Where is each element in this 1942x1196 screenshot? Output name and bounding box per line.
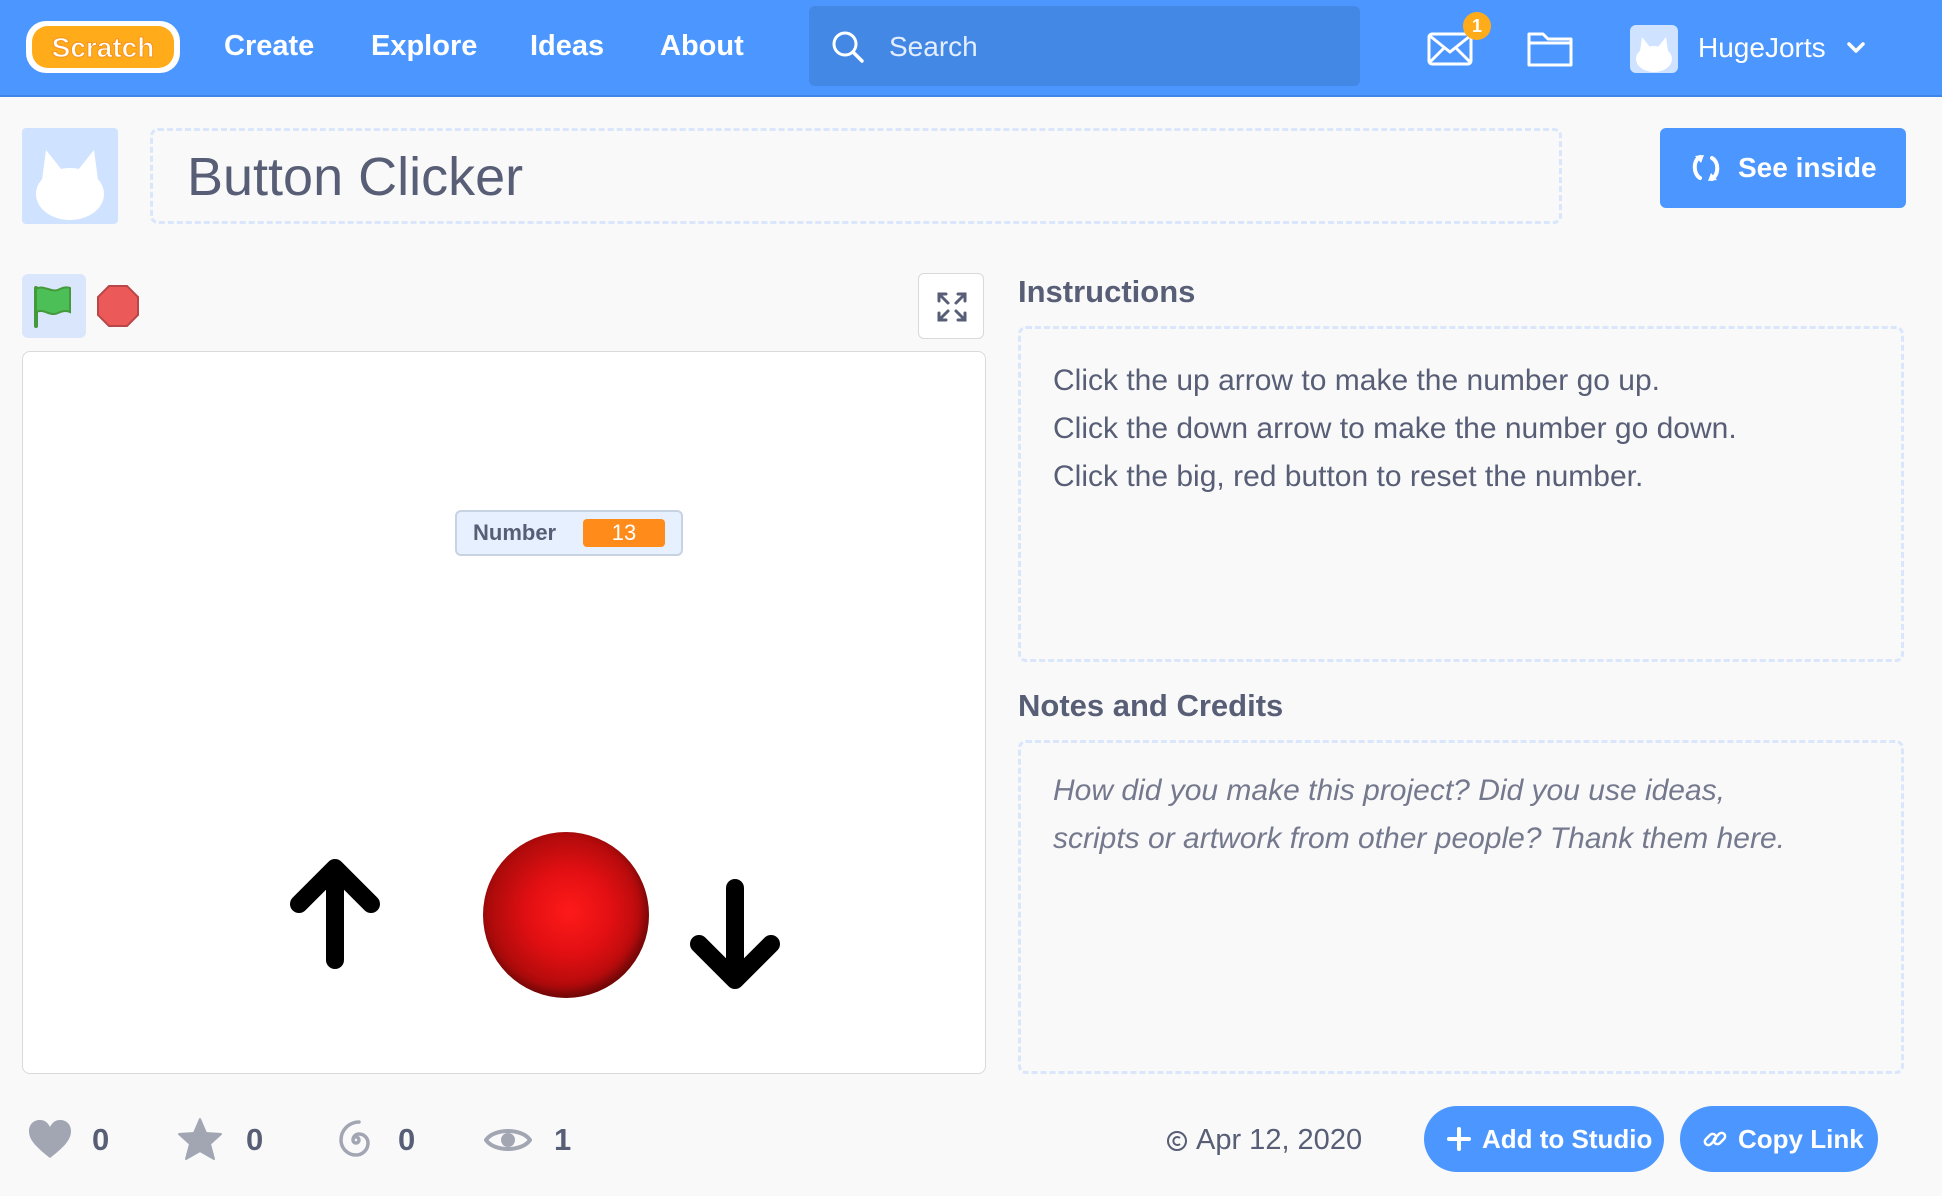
fullscreen-icon (937, 292, 967, 322)
star-icon[interactable] (176, 1116, 224, 1164)
up-arrow-sprite[interactable] (285, 852, 385, 972)
instructions-line: Click the big, red button to reset the n… (1053, 460, 1644, 493)
view-count: 1 (554, 1122, 572, 1157)
search-box (809, 6, 1360, 86)
instructions-line: Click the down arrow to make the number … (1053, 412, 1737, 445)
green-flag-icon (34, 286, 71, 328)
add-to-studio-label: Add to Studio (1482, 1124, 1653, 1154)
fullscreen-button[interactable] (918, 273, 984, 339)
heart-icon[interactable] (26, 1116, 74, 1164)
eye-icon (484, 1129, 532, 1151)
favorite-count: 0 (246, 1122, 264, 1157)
instructions-line: Click the up arrow to make the number go… (1053, 364, 1660, 397)
variable-name: Number (473, 520, 557, 545)
see-inside-label: See inside (1738, 152, 1877, 183)
user-avatar[interactable] (1630, 25, 1678, 73)
notes-placeholder-line: How did you make this project? Did you u… (1053, 774, 1726, 807)
down-arrow-sprite[interactable] (685, 876, 785, 996)
search-icon (832, 31, 864, 63)
message-count-badge: 1 (1463, 12, 1491, 40)
project-title-field[interactable]: Button Clicker (150, 128, 1562, 224)
spiral-icon (339, 1120, 370, 1157)
project-stage[interactable]: Number 13 (22, 351, 986, 1074)
love-count: 0 (92, 1122, 110, 1157)
green-flag-button[interactable] (22, 274, 86, 338)
nav-create[interactable]: Create (224, 26, 314, 66)
add-to-studio-button[interactable]: Add to Studio (1424, 1106, 1664, 1172)
top-nav: Scratch Create Explore Ideas About 1 Hug… (0, 0, 1942, 97)
notes-placeholder-line: scripts or artwork from other people? Th… (1053, 822, 1785, 855)
copy-link-button[interactable]: Copy Link (1680, 1106, 1878, 1172)
logo-text: Scratch (52, 32, 155, 63)
instructions-heading: Instructions (1018, 274, 1196, 309)
nav-about[interactable]: About (660, 26, 744, 66)
chevron-down-icon[interactable] (1844, 36, 1868, 60)
project-date: Apr 12, 2020 (1196, 1124, 1363, 1156)
project-author-avatar[interactable] (22, 128, 118, 224)
nav-ideas[interactable]: Ideas (530, 26, 604, 66)
stop-icon[interactable] (96, 284, 140, 328)
nav-explore[interactable]: Explore (371, 26, 477, 66)
variable-value: 13 (583, 519, 665, 547)
copy-link-label: Copy Link (1738, 1124, 1864, 1154)
link-icon (1703, 1131, 1727, 1147)
instructions-textarea[interactable]: Click the up arrow to make the number go… (1018, 326, 1904, 662)
copyright-icon (1167, 1131, 1187, 1151)
notes-heading: Notes and Credits (1018, 688, 1284, 723)
notes-textarea[interactable]: How did you make this project? Did you u… (1018, 740, 1904, 1074)
plus-icon (1447, 1127, 1471, 1151)
username[interactable]: HugeJorts (1698, 28, 1826, 68)
see-inside-button[interactable]: See inside (1660, 128, 1906, 208)
project-title: Button Clicker (187, 147, 524, 207)
cat-avatar-image (36, 150, 104, 220)
remix-count: 0 (398, 1122, 416, 1157)
scratch-logo[interactable]: Scratch (24, 17, 182, 77)
search-input[interactable] (887, 22, 1331, 72)
folder-icon[interactable] (1526, 26, 1574, 70)
red-reset-button-sprite[interactable] (483, 832, 649, 998)
remix-icon (1692, 155, 1720, 181)
variable-monitor: Number 13 (455, 510, 683, 556)
cat-avatar-image (1636, 37, 1672, 72)
